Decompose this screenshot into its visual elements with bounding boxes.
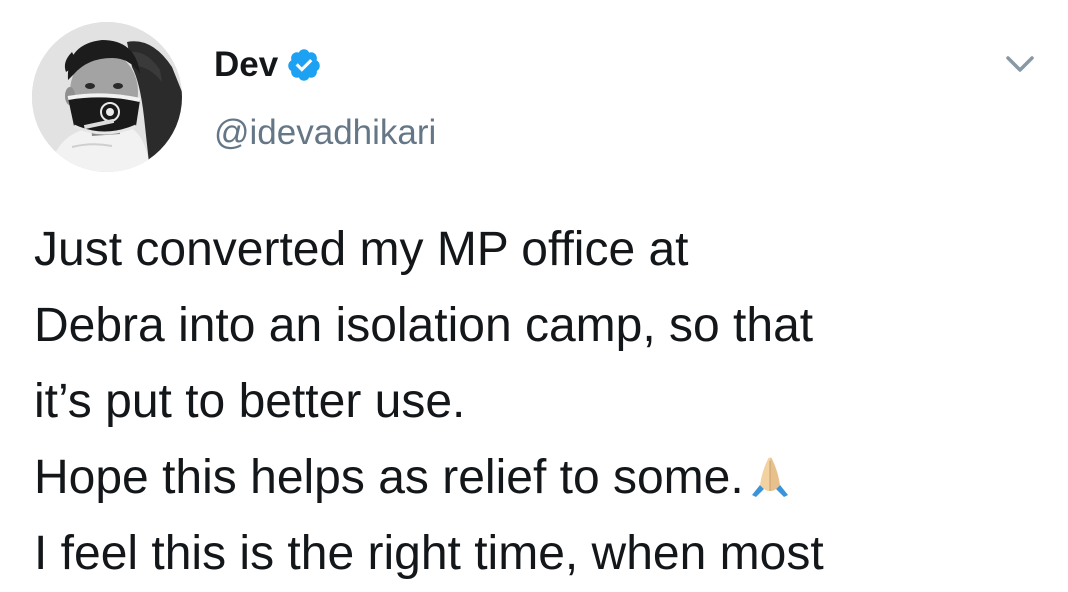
username-handle[interactable]: @idevadhikari [214, 110, 436, 156]
avatar[interactable] [32, 22, 182, 172]
chevron-down-icon[interactable] [1000, 48, 1040, 80]
profile-photo-icon [32, 22, 182, 172]
tweet-text-line: I feel this is the right time, when most [34, 527, 824, 580]
tweet-text-line: Hope this helps as relief to some. [34, 451, 744, 504]
folded-hands-emoji-icon [746, 446, 794, 497]
author-name-row: Dev [214, 42, 322, 88]
tweet-text-line-with-emoji: Hope this helps as relief to some. [34, 440, 1054, 516]
tweet-text-line: Just converted my MP office at [34, 223, 689, 276]
display-name[interactable]: Dev [214, 42, 278, 88]
tweet-text: Just converted my MP office at Debra int… [34, 212, 1054, 592]
tweet-text-line: it’s put to better use. [34, 375, 466, 428]
verified-badge-icon [286, 47, 322, 83]
tweet-text-line: Debra into an isolation camp, so that [34, 299, 814, 352]
